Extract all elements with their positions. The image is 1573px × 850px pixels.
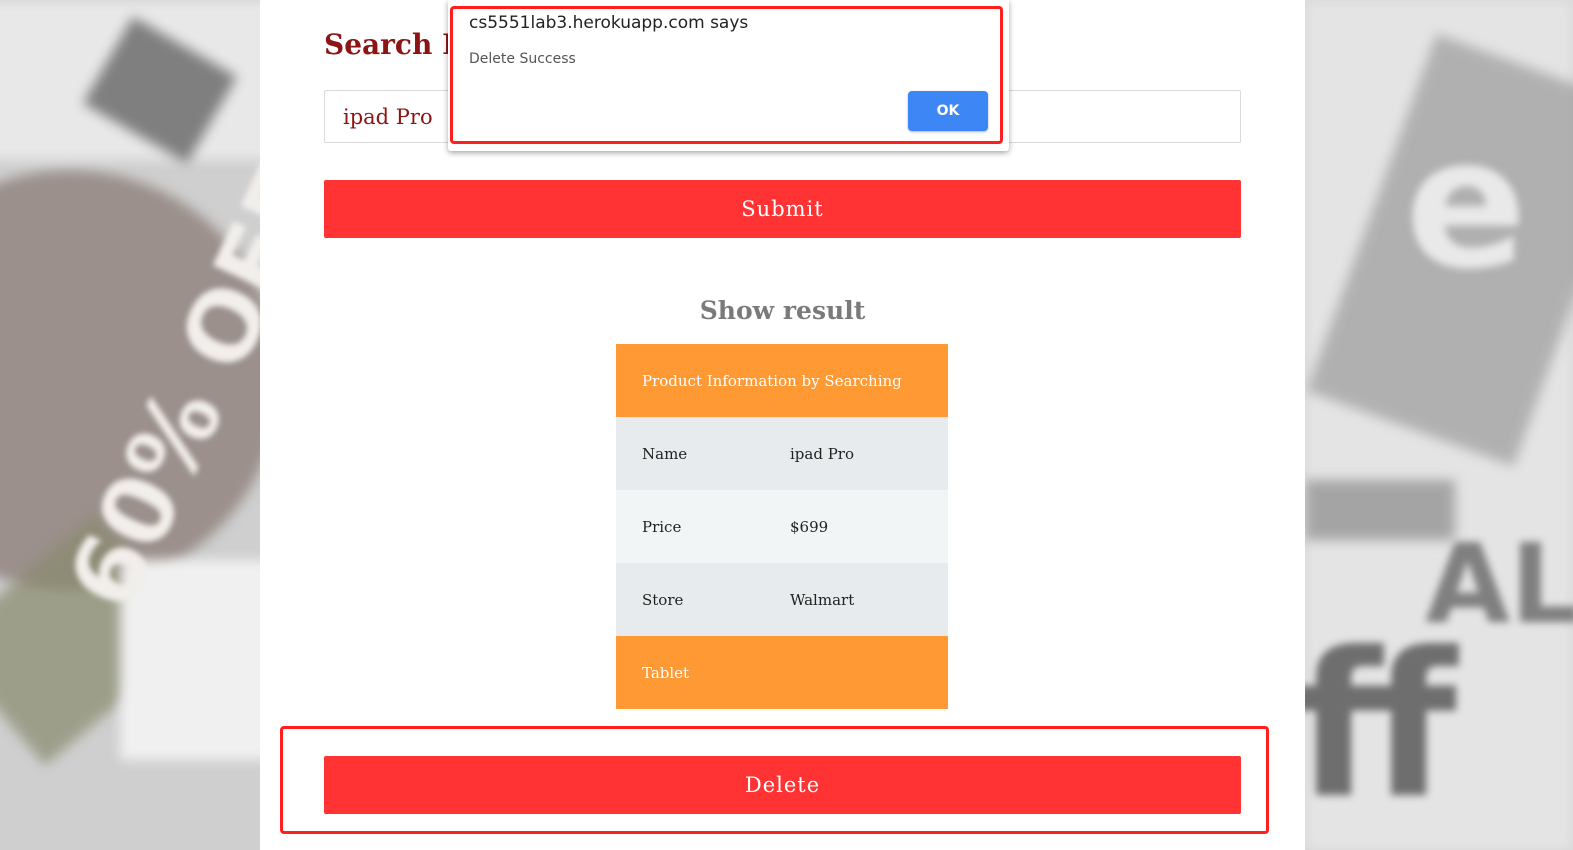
table-footer-cell: Tablet xyxy=(616,636,948,709)
page-title: Search P xyxy=(324,28,464,61)
row-label-store: Store xyxy=(616,563,764,636)
background-off-letters: ff xyxy=(1305,610,1458,843)
dialog-highlight-box xyxy=(450,6,1003,144)
row-value-name: ipad Pro xyxy=(764,417,948,490)
table-row: Price $699 xyxy=(616,490,948,563)
table-header-row: Product Information by Searching xyxy=(616,344,948,417)
product-table: Product Information by Searching Name ip… xyxy=(616,344,948,709)
table-row: Name ipad Pro xyxy=(616,417,948,490)
table-header-cell: Product Information by Searching xyxy=(616,344,948,417)
row-value-price: $699 xyxy=(764,490,948,563)
table-row: Store Walmart xyxy=(616,563,948,636)
row-label-name: Name xyxy=(616,417,764,490)
delete-highlight-box xyxy=(280,726,1269,834)
result-title: Show result xyxy=(699,296,866,325)
row-label-price: Price xyxy=(616,490,764,563)
row-value-store: Walmart xyxy=(764,563,948,636)
submit-button[interactable]: Submit xyxy=(324,180,1241,238)
background-sale-letter: e xyxy=(1405,100,1528,309)
background-right-image: e AL ff xyxy=(1305,0,1573,850)
table-footer-row: Tablet xyxy=(616,636,948,709)
background-left-image: 60% OFF xyxy=(0,0,260,850)
